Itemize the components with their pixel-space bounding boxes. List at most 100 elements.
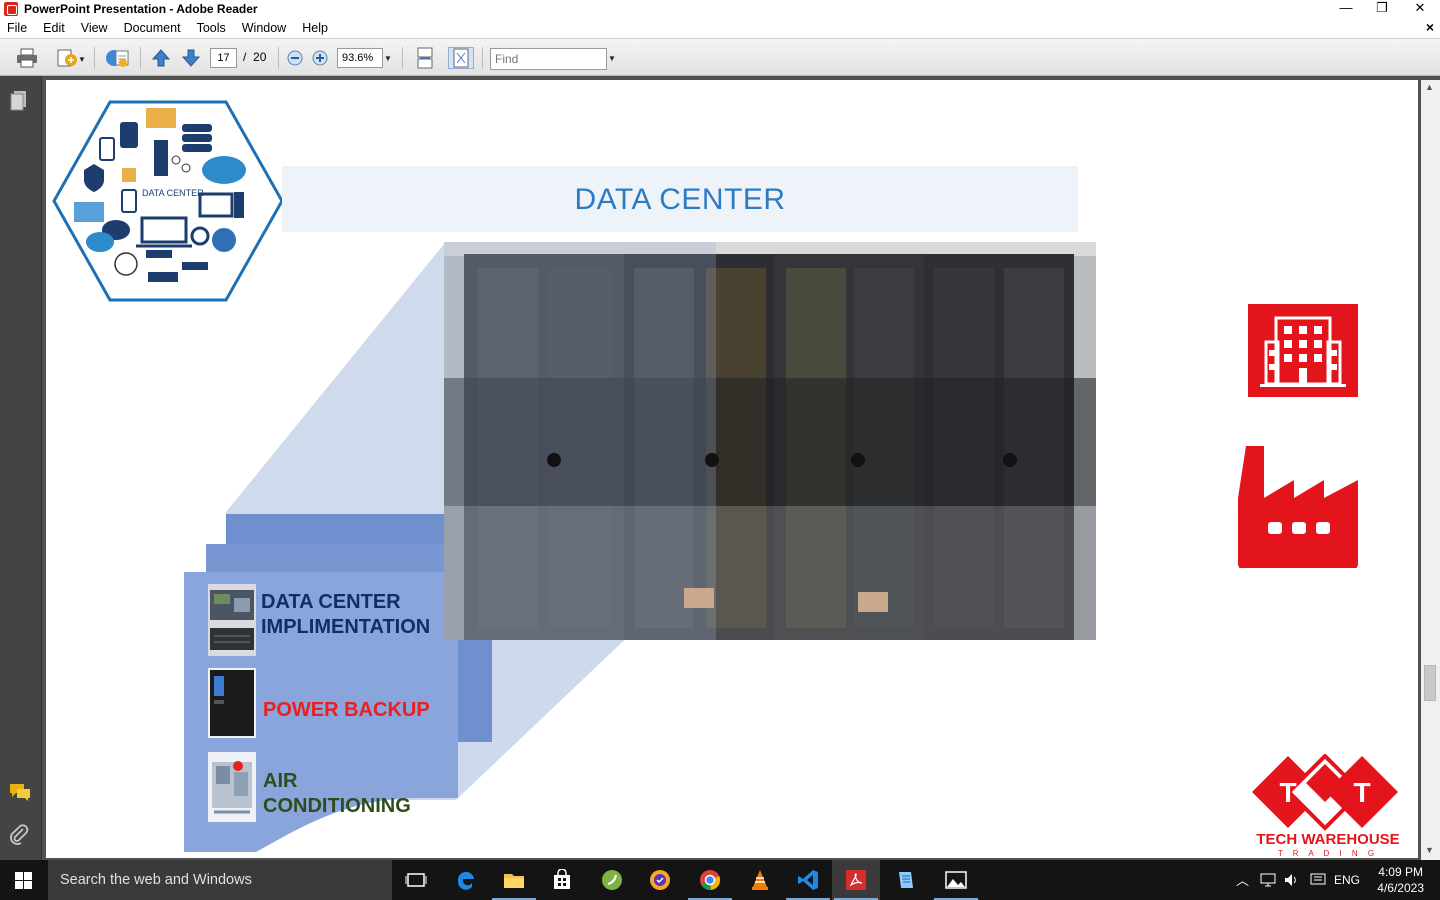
vlc-button[interactable] — [736, 860, 784, 900]
taskbar-search-input[interactable]: Search the web and Windows — [48, 860, 392, 900]
green-app-icon — [602, 870, 622, 890]
chrome-button[interactable] — [686, 860, 734, 900]
volume-icon[interactable] — [1284, 873, 1300, 887]
zoom-out-button[interactable] — [285, 47, 305, 69]
task-view-button[interactable] — [392, 860, 440, 900]
clock-date: 4/6/2023 — [1377, 881, 1424, 895]
menu-file[interactable]: File — [0, 21, 35, 35]
fit-page-icon — [453, 48, 469, 68]
factory-icon — [1238, 446, 1358, 568]
air-conditioning-thumbnail — [208, 752, 256, 822]
edge-icon — [457, 871, 474, 890]
file-explorer-button[interactable] — [490, 860, 538, 900]
service-air-conditioning-line2: CONDITIONING — [263, 795, 411, 817]
tech-warehouse-logo: T T TECH WAREHOUSE T R A D I N G — [1252, 754, 1400, 858]
notification-icon[interactable] — [1310, 873, 1326, 887]
notebook-icon — [899, 872, 913, 888]
clock-time: 4:09 PM — [1378, 865, 1423, 879]
printer-icon — [17, 48, 37, 68]
network-icon[interactable] — [1260, 873, 1276, 887]
vlc-cone-icon — [752, 870, 768, 890]
restore-button[interactable]: ❐ — [1363, 0, 1401, 18]
scroll-pages-icon — [417, 47, 433, 69]
brand-letter-right: T — [1353, 777, 1370, 808]
vertical-scrollbar[interactable]: ▲ ▼ — [1421, 80, 1440, 860]
title-bar: PowerPoint Presentation - Adobe Reader —… — [0, 0, 1440, 18]
navigation-panel — [0, 76, 42, 860]
language-indicator[interactable]: ENG — [1334, 860, 1374, 900]
service-power-backup: POWER BACKUP — [263, 699, 430, 721]
find-options-icon[interactable]: ▼ — [608, 54, 616, 63]
windows-taskbar: Search the web and Windows ︿ ENG 4:09 PM… — [0, 860, 1440, 900]
window-title: PowerPoint Presentation - Adobe Reader — [24, 2, 258, 16]
windows-logo-icon — [15, 872, 32, 889]
menu-edit[interactable]: Edit — [35, 21, 73, 35]
next-page-button[interactable] — [178, 47, 204, 69]
scroll-thumb[interactable] — [1424, 665, 1436, 701]
zoom-dropdown-icon[interactable]: ▼ — [384, 54, 392, 63]
minimize-button[interactable]: — — [1327, 0, 1365, 18]
service-data-center-line2: IMPLIMENTATION — [261, 616, 431, 638]
attachments-panel-icon[interactable] — [9, 824, 31, 846]
pdf-page: DATA CENTER DATA CENTER DATA CENTER IMPL… — [46, 80, 1418, 858]
store-button[interactable] — [538, 860, 586, 900]
store-bag-icon — [554, 869, 570, 889]
vscode-icon — [798, 870, 818, 890]
menu-help[interactable]: Help — [294, 21, 336, 35]
page-total: / 20 — [243, 50, 267, 64]
menu-window[interactable]: Window — [234, 21, 294, 35]
brand-name: TECH WAREHOUSE — [1256, 831, 1399, 848]
office-building-icon — [1248, 304, 1358, 397]
server-racks-photo — [444, 242, 1096, 640]
chevron-down-icon: ▼ — [78, 55, 86, 64]
image-icon — [945, 871, 967, 889]
service-data-center-line1: DATA CENTER — [261, 591, 401, 613]
task-view-icon — [405, 873, 427, 887]
menu-tools[interactable]: Tools — [189, 21, 234, 35]
slide-title: DATA CENTER — [574, 183, 786, 216]
zoom-level-input[interactable]: 93.6% — [337, 48, 383, 68]
page-number-input[interactable]: 17 — [210, 48, 237, 68]
shield-browser-icon — [650, 870, 670, 890]
folder-icon — [504, 874, 524, 888]
zoom-in-icon — [312, 50, 328, 66]
arrow-up-icon — [151, 49, 171, 67]
document-share-icon — [57, 49, 77, 67]
scrolling-mode-button[interactable] — [412, 47, 438, 69]
comments-panel-icon[interactable] — [9, 782, 31, 804]
service-data-center: DATA CENTER IMPLIMENTATION — [261, 590, 430, 640]
zoom-in-button[interactable] — [310, 47, 330, 69]
menu-view[interactable]: View — [73, 21, 116, 35]
find-input[interactable]: Find — [490, 48, 607, 70]
menu-document[interactable]: Document — [116, 21, 189, 35]
ups-thumbnail — [208, 668, 256, 738]
photos-button[interactable] — [932, 860, 980, 900]
edge-browser-button[interactable] — [442, 860, 490, 900]
hex-logo-label: DATA CENTER — [142, 188, 204, 198]
scroll-down-icon[interactable]: ▼ — [1425, 845, 1434, 855]
app-green-button[interactable] — [588, 860, 636, 900]
print-button[interactable] — [14, 47, 40, 69]
brand-letter-left: T — [1279, 777, 1296, 808]
fit-page-button[interactable] — [448, 47, 474, 69]
service-air-conditioning-line1: AIR — [263, 770, 298, 792]
globe-review-icon — [106, 50, 129, 67]
scroll-up-icon[interactable]: ▲ — [1425, 82, 1434, 92]
brave-browser-button[interactable] — [636, 860, 684, 900]
close-document-button[interactable]: × — [1426, 19, 1434, 35]
taskbar-clock[interactable]: 4:09 PM 4/6/2023 — [1377, 864, 1424, 896]
notepad-button[interactable] — [882, 860, 930, 900]
share-button[interactable]: ▼ — [50, 47, 86, 69]
collaborate-button[interactable] — [102, 47, 132, 69]
vscode-button[interactable] — [784, 860, 832, 900]
adobe-reader-icon — [4, 2, 18, 16]
adobe-reader-taskbar-button[interactable] — [832, 860, 880, 900]
tray-chevron-up-icon[interactable]: ︿ — [1236, 870, 1249, 889]
previous-page-button[interactable] — [148, 47, 174, 69]
pages-panel-icon[interactable] — [9, 90, 31, 112]
start-button[interactable] — [0, 860, 48, 900]
close-button[interactable]: ✕ — [1401, 0, 1439, 18]
service-air-conditioning: AIR CONDITIONING — [263, 769, 411, 819]
toolbar: ▼ 17 / 20 93.6% ▼ Find ▼ — [0, 38, 1440, 76]
pdf-icon — [846, 870, 866, 890]
